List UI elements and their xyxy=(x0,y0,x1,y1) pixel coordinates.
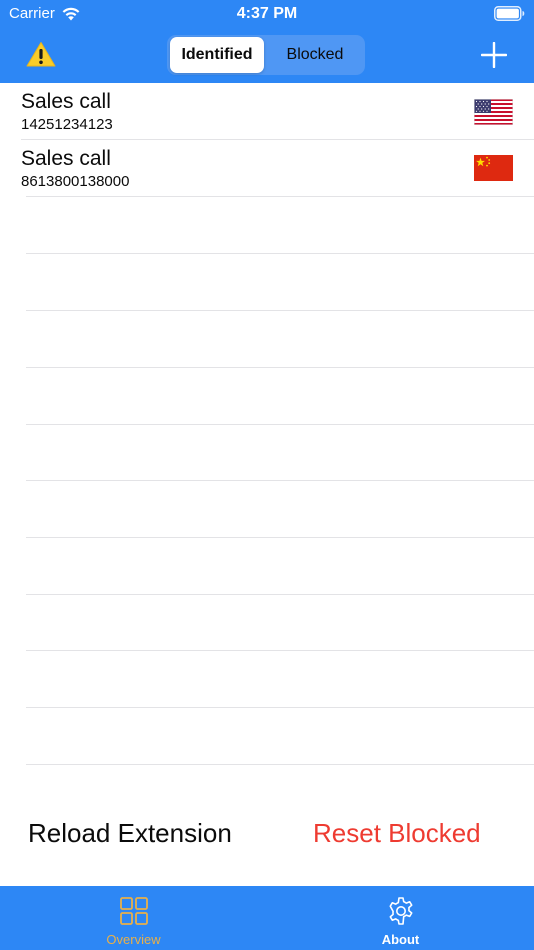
row-separator xyxy=(26,424,534,425)
entry-name: Sales call xyxy=(21,90,111,113)
status-bar: Carrier 4:37 PM xyxy=(0,0,534,28)
row-separator xyxy=(26,310,534,311)
row-separator xyxy=(26,650,534,651)
tab-label: Overview xyxy=(106,932,161,947)
entries-list: Sales call 14251234123 Sales call 861380… xyxy=(0,83,534,765)
gear-icon xyxy=(389,897,412,925)
entry-name: Sales call xyxy=(21,147,111,170)
plus-icon[interactable] xyxy=(481,42,507,68)
status-time: 4:37 PM xyxy=(236,5,298,22)
row-separator xyxy=(26,707,534,708)
tab-about[interactable]: About xyxy=(267,886,534,950)
row-separator xyxy=(26,196,534,197)
tab-overview[interactable]: Overview xyxy=(0,886,267,950)
row-separator xyxy=(26,764,534,765)
tab-bar: Overview About xyxy=(0,886,534,950)
entry-number: 8613800138000 xyxy=(21,173,130,190)
list-item[interactable]: Sales call 8613800138000 xyxy=(0,140,534,197)
row-separator xyxy=(26,537,534,538)
entry-number: 14251234123 xyxy=(21,116,113,133)
segment-identified[interactable]: Identified xyxy=(170,37,264,73)
segmented-control: Identified Blocked xyxy=(167,35,365,75)
battery-icon xyxy=(494,6,525,21)
grid-icon xyxy=(119,897,148,925)
cn-flag-icon xyxy=(474,155,513,181)
row-separator xyxy=(26,253,534,254)
tab-label: About xyxy=(381,932,420,947)
segment-blocked[interactable]: Blocked xyxy=(268,37,362,73)
top-bar: Carrier 4:37 PM Identified Blocked xyxy=(0,0,534,83)
us-flag-icon xyxy=(474,99,513,125)
list-item[interactable]: Sales call 14251234123 xyxy=(0,83,534,140)
warning-icon[interactable] xyxy=(26,41,56,67)
reload-extension-button[interactable]: Reload Extension xyxy=(28,818,232,849)
row-separator xyxy=(26,367,534,368)
row-separator xyxy=(26,480,534,481)
reset-blocked-button[interactable]: Reset Blocked xyxy=(313,818,481,849)
row-separator xyxy=(26,594,534,595)
nav-bar: Identified Blocked xyxy=(0,28,534,83)
